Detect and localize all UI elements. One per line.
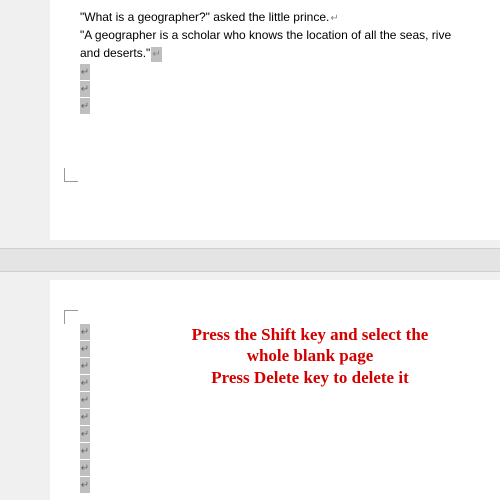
- document-page-2: ↵ ↵ ↵ ↵ ↵ ↵ ↵ ↵ ↵ ↵ Press the Shift key …: [50, 280, 500, 500]
- paragraph-mark-icon: ↵: [80, 98, 90, 114]
- paragraph-mark-icon: ↵: [80, 341, 90, 357]
- paragraph-mark-icon: ↵: [80, 324, 90, 340]
- text-line[interactable]: "What is a geographer?" asked the little…: [80, 8, 500, 26]
- paragraph-mark-icon: ↵: [80, 426, 90, 442]
- paragraph-mark-icon: ↵: [80, 443, 90, 459]
- instruction-annotation: Press the Shift key and select the whole…: [150, 324, 470, 388]
- paragraph-mark-icon: ↵: [151, 47, 161, 62]
- paragraph-mark-icon: ↵: [330, 11, 338, 26]
- paragraph-mark-icon: ↵: [80, 358, 90, 374]
- paragraph-mark-icon: ↵: [80, 64, 90, 80]
- instruction-line: whole blank page: [150, 345, 470, 366]
- instruction-line: Press Delete key to delete it: [150, 367, 470, 388]
- paragraph-mark-icon: ↵: [80, 375, 90, 391]
- paragraph-mark-icon: ↵: [80, 81, 90, 97]
- paragraph-mark-icon: ↵: [80, 392, 90, 408]
- paragraph-mark-icon: ↵: [80, 477, 90, 493]
- paragraph-mark-icon: ↵: [80, 460, 90, 476]
- text-line[interactable]: and deserts."↵: [80, 44, 500, 62]
- page-margin-corner-icon: [64, 168, 78, 182]
- text-content: "What is a geographer?" asked the little…: [80, 10, 329, 24]
- instruction-line: Press the Shift key and select the: [150, 324, 470, 345]
- text-line[interactable]: "A geographer is a scholar who knows the…: [80, 26, 500, 44]
- selected-paragraph-marks[interactable]: ↵ ↵ ↵: [80, 64, 500, 114]
- text-content: "A geographer is a scholar who knows the…: [80, 28, 451, 42]
- paragraph-mark-icon: ↵: [80, 409, 90, 425]
- page-gap: [0, 248, 500, 272]
- text-content: and deserts.": [80, 46, 150, 60]
- document-page-1: "What is a geographer?" asked the little…: [50, 0, 500, 240]
- document-text-block[interactable]: "What is a geographer?" asked the little…: [50, 0, 500, 62]
